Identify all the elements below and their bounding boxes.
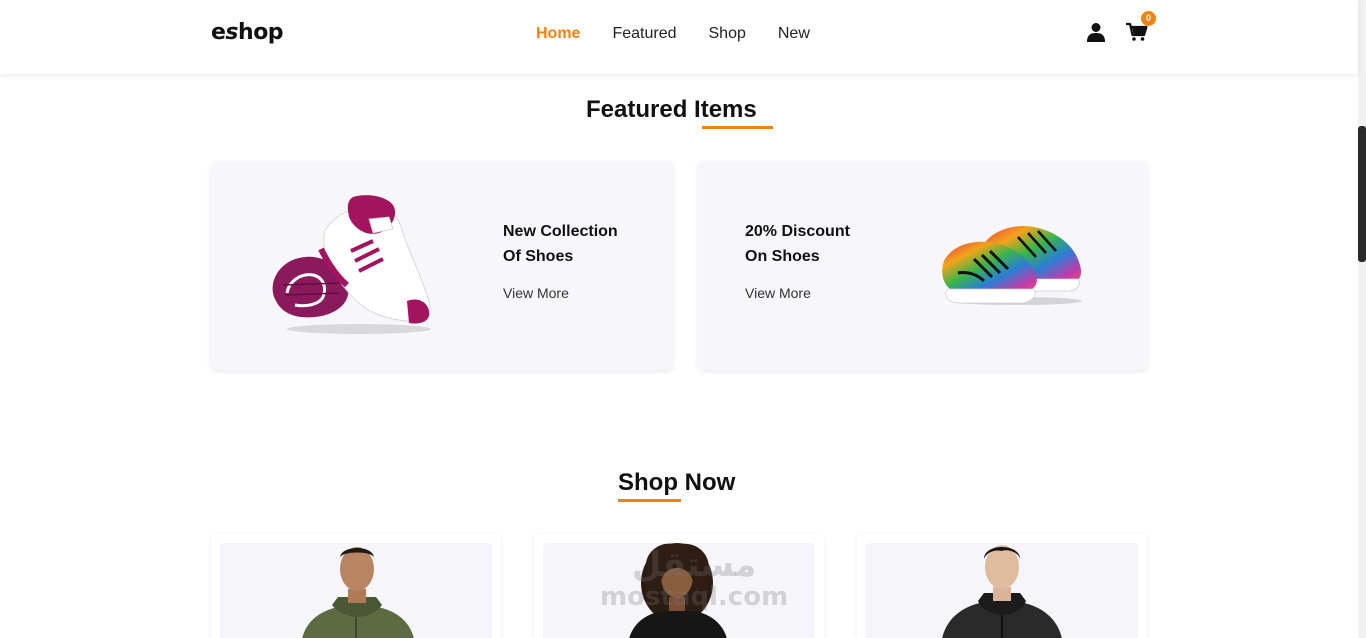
nav-home[interactable]: Home [536,25,580,43]
logo[interactable]: eshop [211,20,284,45]
featured-card-shoes[interactable]: New Collection Of Shoes View More [211,161,673,370]
nav-featured[interactable]: Featured [612,25,676,43]
featured-section-title: Featured Items [586,96,757,124]
watermark-arabic-text: مستقل [631,545,757,585]
logo-prefix: e [211,20,226,45]
featured-title-underline [702,126,773,129]
featured-card-2-title: 20% Discount On Shoes [745,219,905,269]
product-card[interactable] [857,534,1147,638]
shop-title-underline [618,499,681,502]
featured-card-discount[interactable]: 20% Discount On Shoes View More [698,161,1148,370]
cart-count-badge: 0 [1141,11,1156,26]
scrollbar-thumb[interactable] [1358,126,1366,262]
featured-card-2-view-more-link[interactable]: View More [745,285,905,301]
pink-sneaker-image [272,195,431,334]
featured-title-word-1: Featured [586,96,688,123]
navbar: eshop Home Featured Shop New 0 [0,0,1358,74]
product-image-man-green-hoodie [220,543,492,638]
featured-card-2-text: 20% Discount On Shoes View More [745,219,905,301]
featured-card-1-text: New Collection Of Shoes View More [503,219,663,301]
shop-title-word-2: Now [684,469,736,496]
product-card[interactable] [211,534,501,638]
shop-section-title: Shop Now [618,469,735,497]
featured-card-1-title: New Collection Of Shoes [503,219,663,269]
main-nav: Home Featured Shop New [536,25,842,43]
featured-card-2-title-line-1: 20% Discount [745,223,850,240]
man-black-hoodie-figure [942,545,1062,638]
nav-new[interactable]: New [778,25,810,43]
logo-mark: s [225,20,239,45]
featured-card-1-title-line-1: New Collection [503,223,618,240]
scrollbar-track[interactable] [1358,0,1366,638]
logo-suffix: hop [238,20,284,45]
featured-title-word-2: Items [694,96,757,123]
product-image-man-black-hoodie [866,543,1138,638]
featured-card-2-title-line-2: On Shoes [745,248,820,265]
nav-shop[interactable]: Shop [709,25,746,43]
featured-card-1-view-more-link[interactable]: View More [503,285,663,301]
shop-title-word-1: Shop [618,469,678,496]
man-green-hoodie-figure [302,547,414,638]
watermark-latin-text: mostaql.com [600,582,789,612]
user-icon[interactable] [1086,22,1106,42]
watermark: مستقل mostaql.com [600,548,788,612]
featured-card-1-title-line-2: Of Shoes [503,248,574,265]
colorful-sneaker-image [942,225,1082,305]
